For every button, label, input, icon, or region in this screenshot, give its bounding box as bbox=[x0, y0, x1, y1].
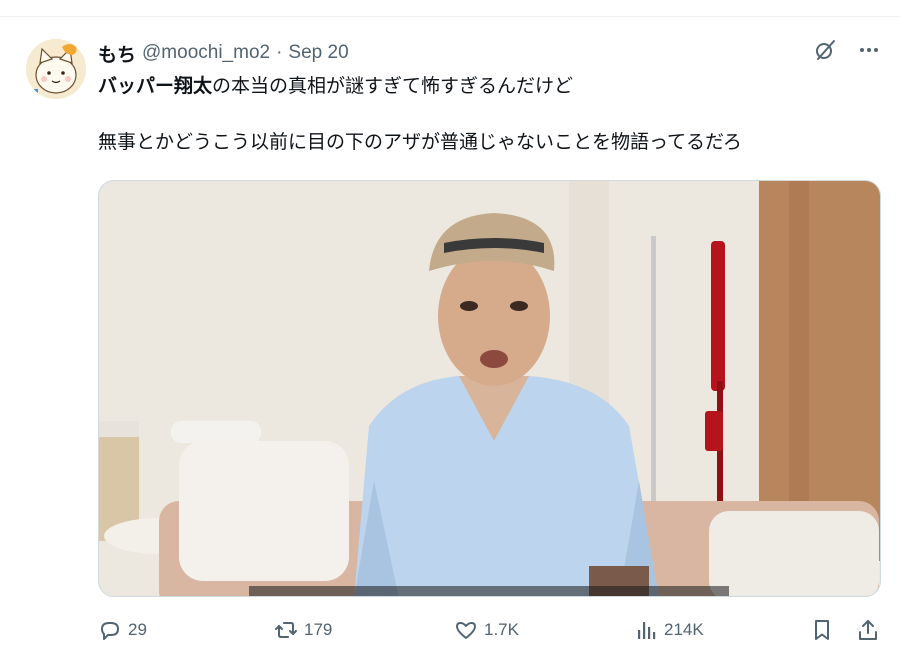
like-button[interactable]: 1.7K bbox=[454, 618, 519, 642]
tweet-text-line2: 無事とかどうこう以前に目の下のアザが普通じゃないことを物語ってるだろ bbox=[98, 132, 742, 153]
action-bar: 29 179 1.7K 214K bbox=[98, 615, 880, 645]
like-count: 1.7K bbox=[484, 620, 519, 639]
tweet-text-line1: バッパー翔太の本当の真相が謎すぎて怖すぎるんだけど bbox=[98, 73, 878, 101]
grok-icon[interactable] bbox=[812, 37, 838, 63]
bookmark-button[interactable] bbox=[810, 618, 834, 642]
retweet-count: 179 bbox=[304, 620, 333, 639]
bookmark-icon bbox=[815, 620, 829, 640]
tweet-text-line1-rest: の本当の真相が謎すぎて怖すぎるんだけど bbox=[212, 76, 574, 97]
views-icon bbox=[638, 622, 656, 639]
reply-icon bbox=[101, 622, 119, 640]
retweet-button[interactable]: 179 bbox=[274, 618, 332, 642]
timestamp[interactable]: Sep 20 bbox=[288, 42, 348, 64]
retweet-icon bbox=[275, 622, 297, 638]
tweet-header: もち @moochi_mo2 · Sep 20 bbox=[98, 39, 349, 67]
reply-count: 29 bbox=[128, 620, 147, 639]
display-name[interactable]: もち bbox=[98, 40, 136, 67]
video-thumbnail[interactable] bbox=[98, 180, 881, 597]
avatar[interactable] bbox=[26, 39, 86, 99]
share-button[interactable] bbox=[856, 618, 880, 642]
more-icon[interactable] bbox=[856, 37, 882, 63]
heart-icon bbox=[456, 622, 476, 639]
cartoon-cat-avatar-icon bbox=[26, 39, 86, 99]
video-frame-image bbox=[99, 181, 880, 596]
separator-dot: · bbox=[276, 42, 283, 63]
bold-name: バッパー翔太 bbox=[98, 76, 213, 97]
views-button[interactable]: 214K bbox=[634, 618, 704, 642]
reply-button[interactable]: 29 bbox=[98, 618, 147, 642]
view-count: 214K bbox=[664, 620, 704, 639]
header-actions bbox=[812, 37, 882, 63]
tweet[interactable]: もち @moochi_mo2 · Sep 20 バッパー翔太の本当の真相が謎すぎ… bbox=[0, 17, 900, 662]
share-icon bbox=[859, 620, 877, 640]
handle[interactable]: @moochi_mo2 bbox=[142, 42, 270, 64]
tweet-text: バッパー翔太の本当の真相が謎すぎて怖すぎるんだけど 無事とかどうこう以前に目の下… bbox=[98, 73, 878, 157]
